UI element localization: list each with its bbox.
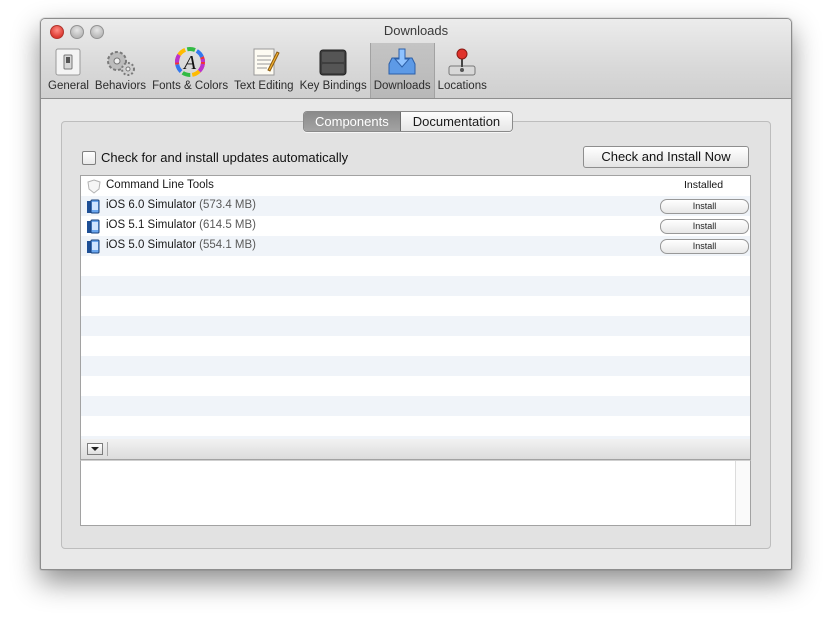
simulator-icon bbox=[87, 239, 100, 254]
notepad-pencil-icon bbox=[253, 48, 280, 76]
log-disclosure-button[interactable] bbox=[87, 443, 103, 455]
components-list: Command Line Tools Installed iOS 6.0 Sim… bbox=[80, 175, 751, 441]
auto-update-option: Check for and install updates automatica… bbox=[82, 150, 348, 165]
toolbar-label-key-bindings: Key Bindings bbox=[299, 80, 367, 92]
toolbar-item-downloads[interactable]: Downloads bbox=[369, 43, 435, 98]
toolbar-label-text-editing: Text Editing bbox=[234, 80, 294, 92]
auto-update-checkbox[interactable] bbox=[82, 150, 96, 165]
toolbar-item-key-bindings[interactable]: Key Bindings bbox=[297, 43, 370, 98]
downloads-pane: Components Documentation Check for and i… bbox=[41, 99, 791, 569]
simulator-icon bbox=[87, 199, 100, 214]
toolbar-label-downloads: Downloads bbox=[373, 80, 431, 92]
install-button[interactable]: Install bbox=[660, 239, 749, 254]
empty-row bbox=[81, 316, 750, 336]
switch-icon bbox=[55, 48, 81, 76]
tab-documentation[interactable]: Documentation bbox=[400, 112, 513, 131]
downloads-window: Downloads General Behaviors A Fonts & Co… bbox=[40, 18, 792, 570]
gears-icon bbox=[107, 51, 136, 76]
empty-row bbox=[81, 296, 750, 316]
toolbar-item-fonts-colors[interactable]: A Fonts & Colors bbox=[149, 43, 231, 98]
install-button[interactable]: Install bbox=[660, 219, 749, 234]
keys-icon bbox=[319, 49, 347, 76]
log-text-area[interactable] bbox=[80, 460, 751, 526]
install-button[interactable]: Install bbox=[660, 199, 749, 214]
svg-text:A: A bbox=[182, 52, 197, 74]
toolbar-label-behaviors: Behaviors bbox=[94, 80, 147, 92]
empty-row bbox=[81, 276, 750, 296]
empty-row bbox=[81, 416, 750, 436]
list-item[interactable]: Command Line Tools Installed bbox=[81, 176, 750, 196]
view-switcher: Components Documentation bbox=[303, 111, 514, 132]
auto-update-label: Check for and install updates automatica… bbox=[101, 150, 349, 165]
joystick-icon bbox=[448, 48, 476, 76]
toolbar-label-locations: Locations bbox=[437, 80, 487, 92]
empty-row bbox=[81, 376, 750, 396]
toolbar-item-behaviors[interactable]: Behaviors bbox=[92, 43, 149, 98]
tab-components[interactable]: Components bbox=[304, 112, 401, 131]
check-and-install-button[interactable]: Check and Install Now bbox=[583, 146, 749, 168]
component-name: iOS 5.0 Simulator (554.1 MB) bbox=[106, 239, 257, 251]
shield-icon bbox=[87, 179, 101, 194]
toolbar-item-general[interactable]: General bbox=[45, 43, 92, 98]
log-toolbar bbox=[80, 439, 751, 460]
preferences-toolbar: General Behaviors A Fonts & Colors Text … bbox=[45, 43, 490, 98]
component-size: (573.4 MB) bbox=[199, 199, 257, 211]
toolbar-item-locations[interactable]: Locations bbox=[435, 43, 490, 98]
log-scrollbar[interactable] bbox=[735, 461, 750, 525]
component-size: (554.1 MB) bbox=[199, 239, 257, 251]
empty-row bbox=[81, 256, 750, 276]
component-status: Installed bbox=[684, 179, 724, 191]
titlebar: Downloads General Behaviors A Fonts & Co… bbox=[41, 19, 791, 99]
download-tray-icon bbox=[388, 48, 416, 75]
component-name: iOS 5.1 Simulator (614.5 MB) bbox=[106, 219, 257, 231]
color-wheel-icon: A bbox=[175, 47, 206, 77]
empty-row bbox=[81, 336, 750, 356]
empty-row bbox=[81, 356, 750, 376]
list-item[interactable]: iOS 6.0 Simulator (573.4 MB) Install bbox=[81, 196, 750, 216]
component-name: Command Line Tools bbox=[106, 179, 214, 191]
toolbar-item-text-editing[interactable]: Text Editing bbox=[231, 43, 296, 98]
component-size: (614.5 MB) bbox=[199, 219, 257, 231]
simulator-icon bbox=[87, 219, 100, 234]
divider bbox=[107, 442, 108, 456]
toolbar-label-fonts-colors: Fonts & Colors bbox=[152, 80, 229, 92]
list-item[interactable]: iOS 5.0 Simulator (554.1 MB) Install bbox=[81, 236, 750, 256]
empty-row bbox=[81, 396, 750, 416]
window-title: Downloads bbox=[383, 23, 449, 38]
toolbar-label-general: General bbox=[48, 80, 89, 92]
component-name: iOS 6.0 Simulator (573.4 MB) bbox=[106, 199, 257, 211]
list-item[interactable]: iOS 5.1 Simulator (614.5 MB) Install bbox=[81, 216, 750, 236]
